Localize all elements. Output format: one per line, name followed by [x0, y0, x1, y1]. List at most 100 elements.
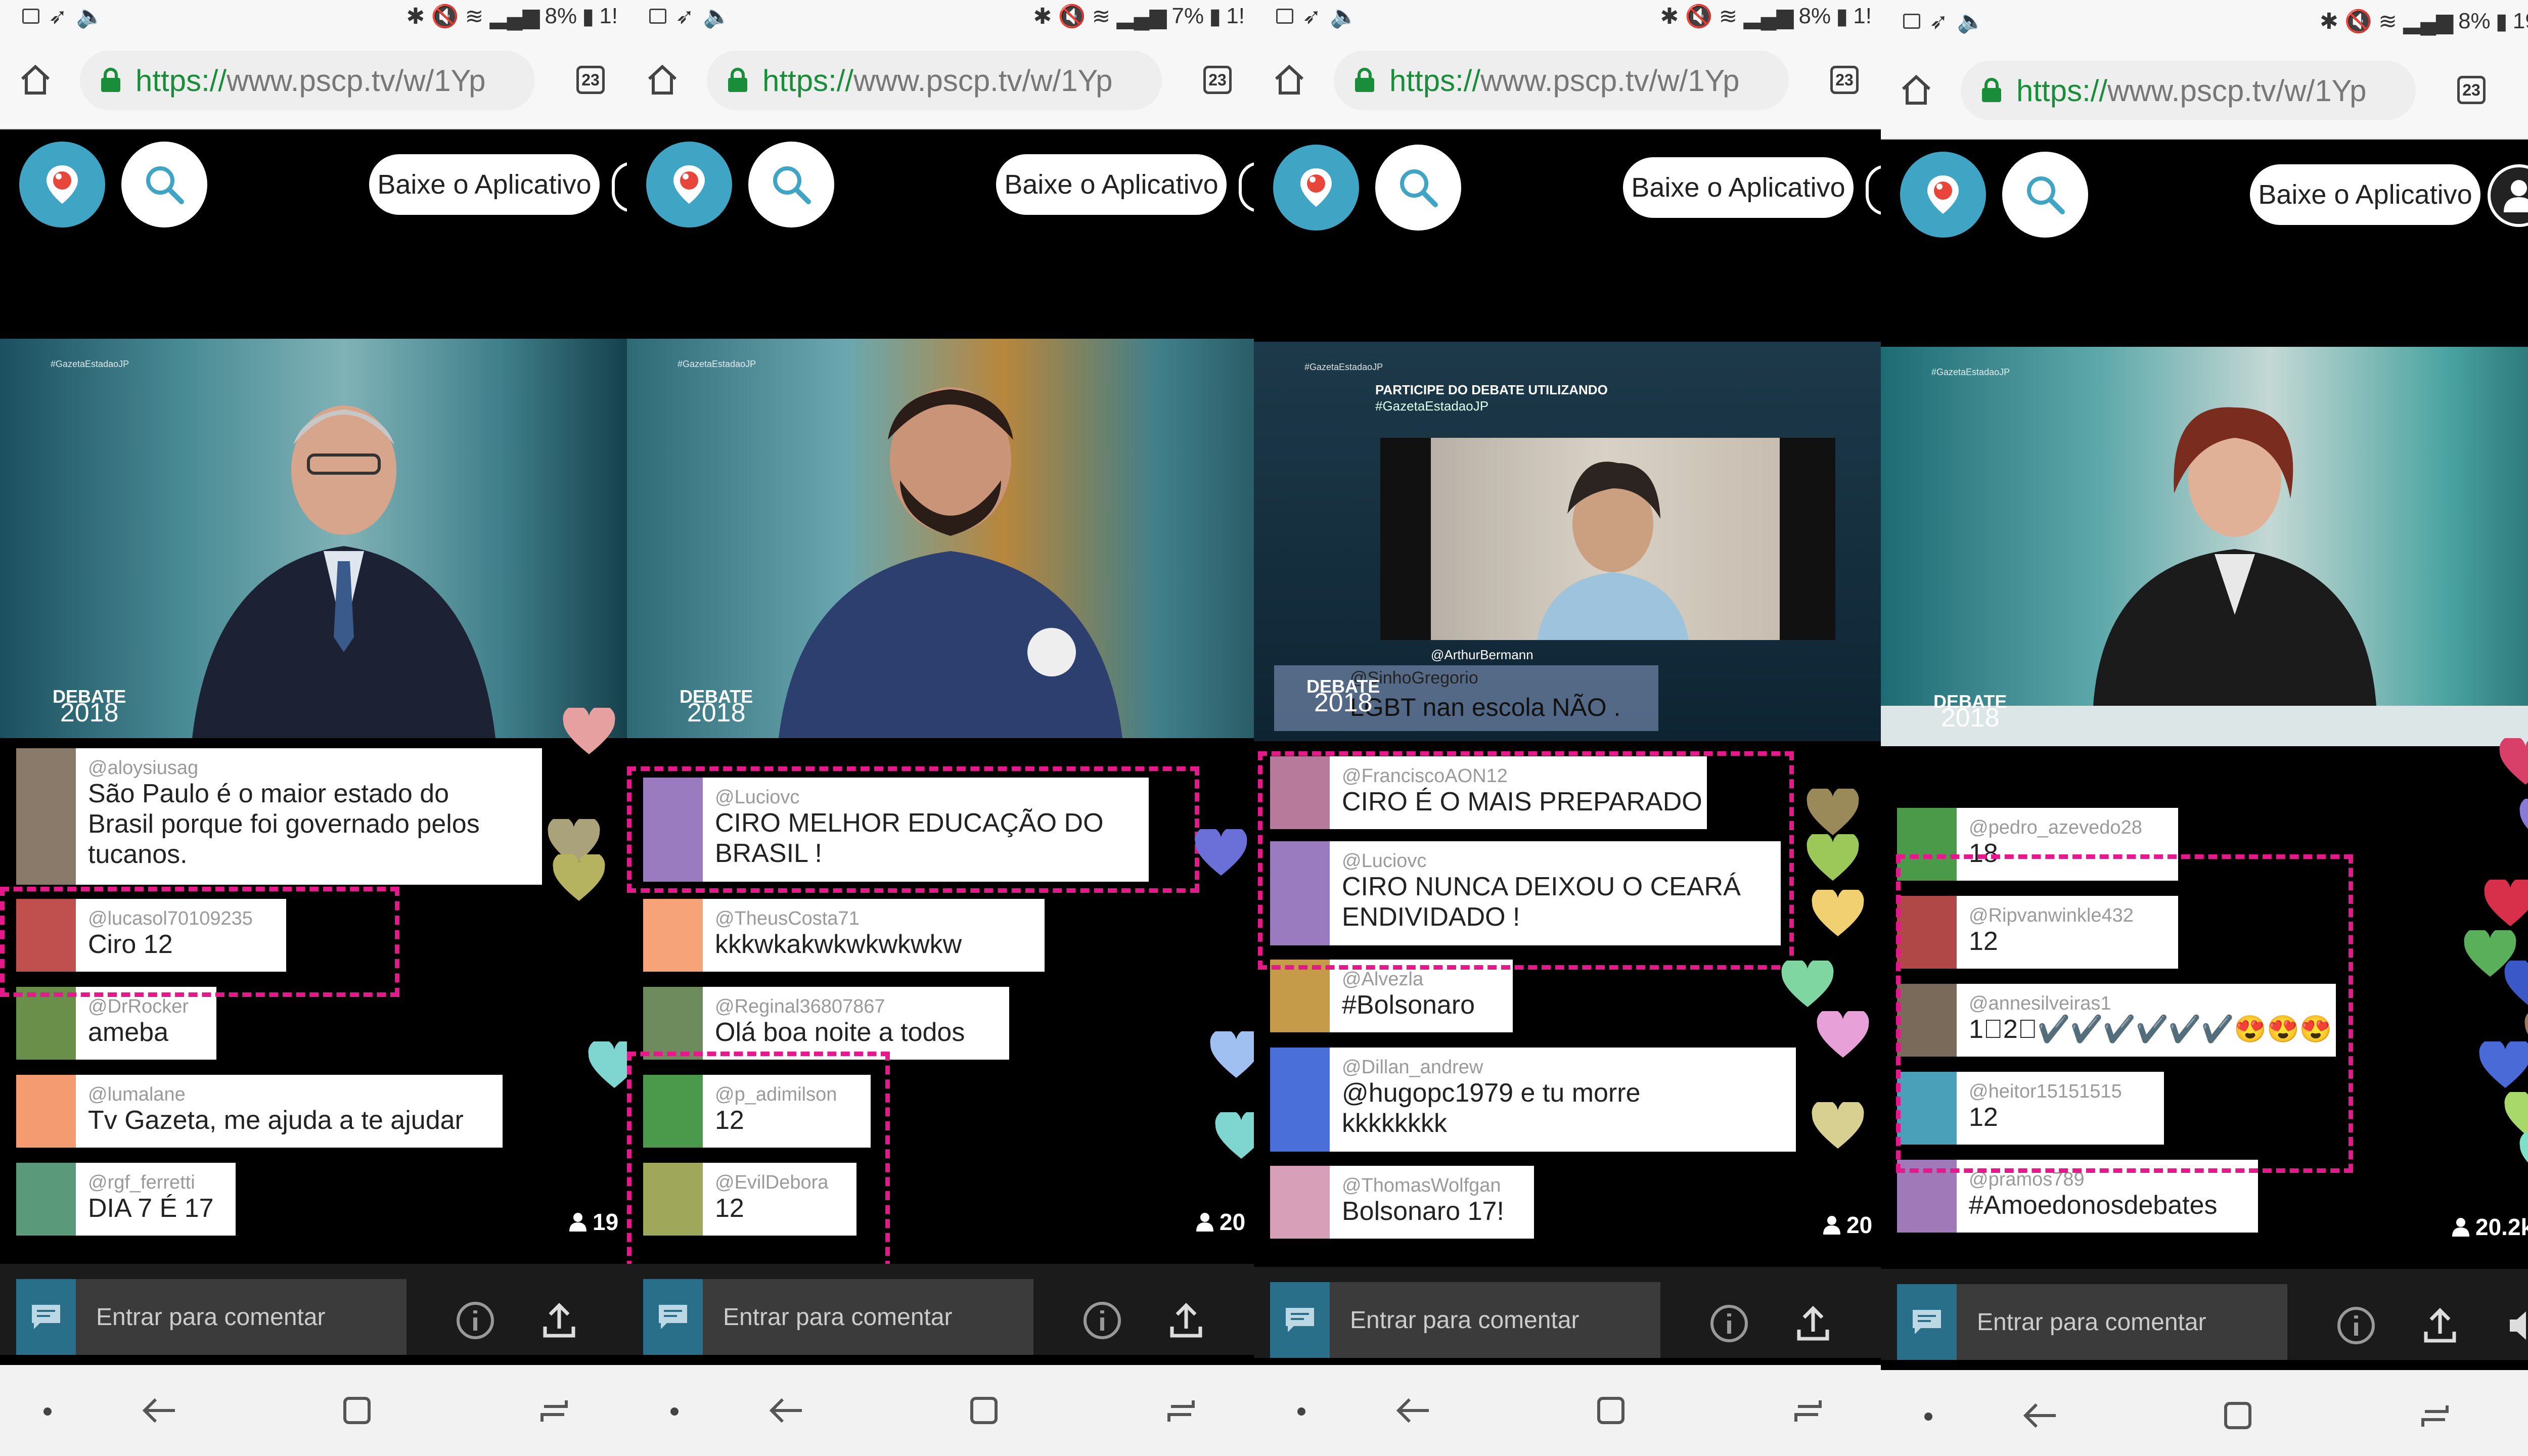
- heart-icon: [2519, 799, 2528, 829]
- recent-apps-icon[interactable]: [536, 1396, 571, 1425]
- profile-button-partial[interactable]: [1866, 165, 1881, 215]
- battery-icon: ▮: [1836, 4, 1848, 29]
- home-square-icon[interactable]: [2220, 1401, 2255, 1430]
- navigation-arrow-icon: ➶: [49, 4, 67, 29]
- url-field[interactable]: https://www.pscp.tv/w/1Yp: [1334, 51, 1789, 110]
- recent-apps-icon[interactable]: [2417, 1401, 2452, 1430]
- heart-icon: [2519, 1132, 2528, 1163]
- download-app-button[interactable]: Baixe o Aplicativo: [2250, 164, 2480, 225]
- home-icon[interactable]: [20, 64, 51, 96]
- periscope-logo-button[interactable]: [19, 142, 105, 228]
- comment-text: ameba: [88, 1018, 168, 1047]
- webcam-frame: [1380, 438, 1835, 640]
- debate-logo: DEBATE 2018: [53, 688, 126, 727]
- nav-dot[interactable]: [670, 1407, 679, 1416]
- info-icon[interactable]: [1082, 1300, 1122, 1341]
- user-icon: [2504, 180, 2528, 212]
- chat-bubble-icon: [1270, 1282, 1330, 1358]
- info-icon[interactable]: [2336, 1305, 2376, 1346]
- info-icon[interactable]: [1709, 1303, 1749, 1344]
- url-secure: https://: [762, 63, 854, 98]
- nav-dot[interactable]: [1297, 1407, 1305, 1416]
- comment-username: @Dillan_andrew: [1342, 1057, 1483, 1078]
- home-icon[interactable]: [1901, 74, 1931, 106]
- url-rest: www.pscp.tv/w/1Yp: [1480, 63, 1740, 98]
- home-icon[interactable]: [647, 64, 678, 96]
- viewers-icon: [569, 1213, 586, 1232]
- avatar: [1270, 960, 1330, 1032]
- heart-icon: [588, 1041, 627, 1088]
- info-icon[interactable]: [455, 1300, 495, 1341]
- share-icon[interactable]: [2420, 1305, 2460, 1346]
- video-hashtag: #GazetaEstadaoJP: [1304, 362, 1383, 372]
- share-icon[interactable]: [1166, 1300, 1206, 1341]
- browser-url-bar: https://www.pscp.tv/w/1Yp 23: [1254, 32, 1881, 129]
- home-square-icon[interactable]: [339, 1396, 374, 1425]
- search-button[interactable]: [748, 142, 834, 228]
- debate-year: 2018: [687, 698, 746, 727]
- debate-year: 2018: [60, 698, 119, 727]
- profile-button[interactable]: [2488, 164, 2528, 227]
- download-app-button[interactable]: Baixe o Aplicativo: [1623, 157, 1854, 218]
- sound-icon[interactable]: [2506, 1305, 2528, 1346]
- android-nav-bar: [627, 1365, 1254, 1456]
- viewer-count-value: 20.2k: [2475, 1214, 2528, 1240]
- search-button[interactable]: [121, 142, 207, 228]
- heart-icon: [2479, 1041, 2528, 1088]
- tab-switcher-button[interactable]: 23: [2457, 76, 2486, 104]
- lock-icon: [728, 68, 747, 92]
- periscope-logo-button[interactable]: [1273, 145, 1359, 231]
- profile-button-partial[interactable]: [612, 162, 627, 212]
- periscope-header: Baixe o Aplicativo: [1881, 147, 2528, 248]
- comment-text: Tv Gazeta, me ajuda a te ajudar: [88, 1106, 464, 1135]
- heart-icon: [1817, 1011, 1869, 1058]
- back-icon[interactable]: [2022, 1401, 2058, 1430]
- home-icon[interactable]: [1274, 64, 1304, 96]
- comment-input[interactable]: Entrar para comentar: [1897, 1284, 2287, 1360]
- url-field[interactable]: https://www.pscp.tv/w/1Yp: [80, 51, 535, 110]
- video-frame[interactable]: #GazetaEstadaoJP PARTICIPE DO DEBATE UTI…: [1254, 342, 1881, 741]
- home-square-icon[interactable]: [1593, 1396, 1628, 1425]
- video-frame[interactable]: #GazetaEstadaoJP DEBATE 2018: [627, 339, 1254, 738]
- comment-text-line-2: Brasil porque foi governado pelos: [88, 809, 480, 839]
- heart-icon: [1812, 890, 1864, 936]
- status-bar: ➶ 🔈 ✱ 🔇 ≋ ▂▄▆ 7% ▮ 1!: [627, 0, 1254, 32]
- periscope-logo-button[interactable]: [1900, 152, 1986, 238]
- screenshot-panel-1: ➶ 🔈 ✱ 🔇 ≋ ▂▄▆ 8% ▮ 1! https://www.pscp.tv/w…: [0, 0, 627, 1456]
- url-field[interactable]: https://www.pscp.tv/w/1Yp: [1961, 61, 2416, 120]
- tab-switcher-button[interactable]: 23: [576, 66, 605, 94]
- webcam-person: [1537, 462, 1689, 640]
- highlight-box: [627, 766, 1199, 893]
- home-square-icon[interactable]: [966, 1396, 1001, 1425]
- periscope-logo-button[interactable]: [646, 142, 732, 228]
- recent-apps-icon[interactable]: [1790, 1396, 1825, 1425]
- search-button[interactable]: [2002, 152, 2088, 238]
- url-field[interactable]: https://www.pscp.tv/w/1Yp: [707, 51, 1162, 110]
- back-icon[interactable]: [1395, 1396, 1431, 1425]
- download-app-button[interactable]: Baixe o Aplicativo: [996, 154, 1227, 215]
- nav-dot[interactable]: [1924, 1413, 1932, 1421]
- video-frame[interactable]: #GazetaEstadaoJP DEBATE 2018: [1881, 347, 2528, 746]
- video-frame[interactable]: #GazetaEstadaoJP DEBATE 2018: [0, 339, 627, 738]
- nav-dot[interactable]: [43, 1407, 52, 1416]
- profile-button-partial[interactable]: [1239, 162, 1254, 212]
- download-app-button[interactable]: Baixe o Aplicativo: [369, 154, 600, 215]
- periscope-header: Baixe o Aplicativo: [0, 136, 627, 238]
- comment-input[interactable]: Entrar para comentar: [16, 1279, 407, 1355]
- share-icon[interactable]: [539, 1300, 579, 1341]
- signal-icons: ✱ 🔇 ≋ ▂▄▆: [1660, 4, 1794, 29]
- heart-icon: [1215, 1112, 1254, 1159]
- share-icon[interactable]: [1793, 1303, 1833, 1344]
- comment-input[interactable]: Entrar para comentar: [1270, 1282, 1660, 1358]
- heart-icon: [1195, 829, 1247, 876]
- tab-switcher-button[interactable]: 23: [1830, 66, 1859, 94]
- back-icon[interactable]: [769, 1396, 804, 1425]
- tab-switcher-button[interactable]: 23: [1203, 66, 1232, 94]
- search-button[interactable]: [1375, 145, 1461, 231]
- lower-third-text: LGBT nan escola NÃO .: [1350, 693, 1621, 721]
- recent-apps-icon[interactable]: [1163, 1396, 1198, 1425]
- chat-comment: @lumalane Tv Gazeta, me ajuda a te ajudar: [16, 1075, 503, 1148]
- bottom-controls: Entrar para comentar: [0, 1264, 627, 1355]
- back-icon[interactable]: [142, 1396, 177, 1425]
- comment-input[interactable]: Entrar para comentar: [643, 1279, 1033, 1355]
